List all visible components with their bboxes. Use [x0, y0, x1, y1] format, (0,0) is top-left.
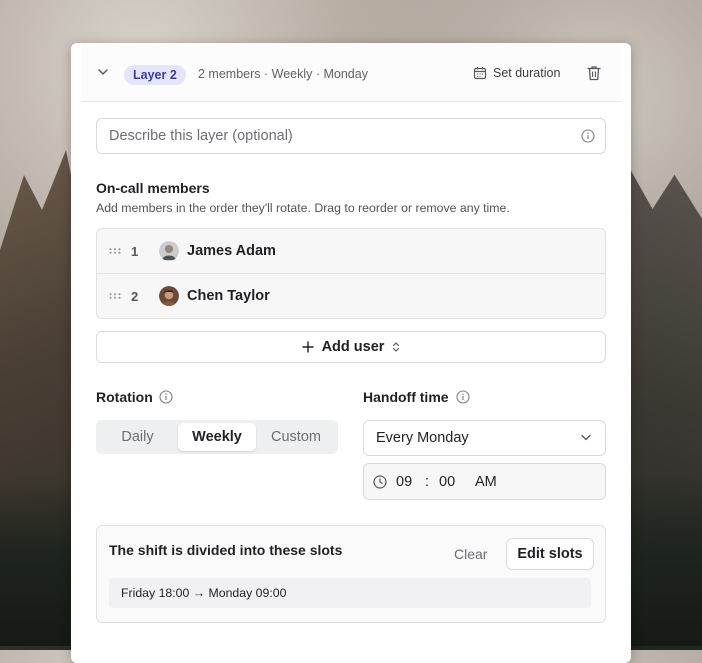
member-row[interactable]: 2 Chen Taylor — [97, 273, 605, 318]
layer-header: Layer 2 2 members · Weekly · Monday Set … — [81, 43, 621, 102]
chevron-updown-icon — [393, 342, 400, 352]
drag-handle-icon[interactable] — [109, 293, 121, 299]
avatar — [159, 241, 179, 261]
rotation-segmented-control: Daily Weekly Custom — [96, 420, 338, 454]
chevron-down-icon[interactable] — [98, 68, 108, 76]
set-duration-button[interactable]: Set duration — [473, 66, 560, 80]
add-user-label: Add user — [321, 339, 385, 355]
edit-slots-button[interactable]: Edit slots — [506, 538, 594, 570]
time-separator: : — [425, 474, 430, 490]
member-name: James Adam — [187, 243, 276, 259]
handoff-time-label: Handoff time — [363, 389, 449, 405]
description-field — [96, 118, 606, 154]
members-section-subtitle: Add members in the order they'll rotate.… — [96, 201, 510, 215]
layer-summary: 2 members · Weekly · Monday — [198, 67, 368, 81]
clock-icon — [373, 475, 387, 489]
info-icon[interactable] — [581, 129, 595, 143]
slots-title: The shift is divided into these slots — [109, 542, 343, 558]
rotation-option-custom[interactable]: Custom — [258, 423, 334, 451]
handoff-hour[interactable]: 09 — [396, 474, 412, 490]
info-icon[interactable] — [159, 390, 173, 404]
set-duration-label: Set duration — [493, 66, 561, 80]
layer-panel: Layer 2 2 members · Weekly · Monday Set … — [71, 43, 631, 663]
handoff-time-input: 09 : 00 AM — [363, 463, 606, 500]
trash-icon[interactable] — [587, 65, 601, 81]
plus-icon — [301, 341, 314, 353]
slot-range: Friday 18:00 → Monday 09:00 — [121, 586, 287, 600]
handoff-day-value: Every Monday — [376, 430, 469, 446]
rotation-label: Rotation — [96, 389, 153, 405]
clear-slots-button[interactable]: Clear — [454, 546, 487, 562]
member-order: 1 — [131, 243, 139, 259]
add-user-button[interactable]: Add user — [96, 331, 606, 363]
avatar — [159, 286, 179, 306]
members-section-title: On-call members — [96, 180, 210, 196]
member-row[interactable]: 1 James Adam — [97, 229, 605, 273]
info-icon[interactable] — [456, 390, 470, 404]
member-name: Chen Taylor — [187, 288, 270, 304]
description-input[interactable] — [97, 119, 581, 153]
rotation-option-daily[interactable]: Daily — [100, 423, 175, 451]
calendar-icon — [473, 67, 487, 80]
rotation-option-weekly[interactable]: Weekly — [178, 423, 256, 451]
member-order: 2 — [131, 288, 139, 304]
slot-row: Friday 18:00 → Monday 09:00 — [109, 578, 591, 608]
layer-badge: Layer 2 — [124, 65, 186, 85]
handoff-minute[interactable]: 00 — [439, 474, 455, 490]
handoff-meridiem[interactable]: AM — [475, 474, 497, 490]
chevron-down-icon — [581, 434, 591, 441]
drag-handle-icon[interactable] — [109, 248, 121, 254]
handoff-day-select[interactable]: Every Monday — [363, 420, 606, 456]
slots-card: The shift is divided into these slots Cl… — [96, 525, 606, 623]
members-list: 1 James Adam 2 Chen Taylor — [96, 228, 606, 319]
